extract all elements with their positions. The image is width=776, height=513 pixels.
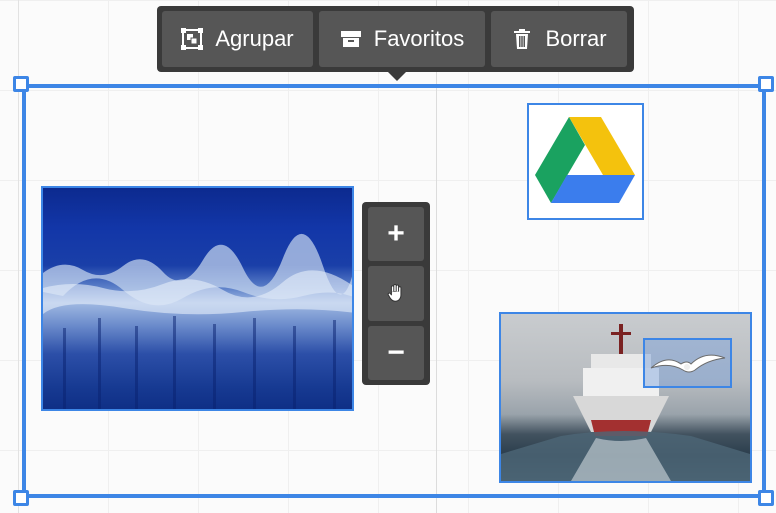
favorites-button[interactable]: Favoritos <box>319 11 485 67</box>
selection-toolbar: Agrupar Favoritos Borrar <box>157 6 634 81</box>
group-icon <box>181 28 204 50</box>
favorites-button-label: Favoritos <box>373 26 465 51</box>
trash-icon <box>511 28 533 50</box>
resize-handle-bottom-right[interactable] <box>758 490 774 506</box>
group-button-label: Agrupar <box>215 26 294 51</box>
resize-handle-top-right[interactable] <box>758 76 774 92</box>
resize-handle-bottom-left[interactable] <box>13 490 29 506</box>
selection-frame[interactable] <box>22 84 766 498</box>
resize-handle-top-left[interactable] <box>13 76 29 92</box>
archive-box-icon <box>340 28 362 50</box>
delete-button[interactable]: Borrar <box>491 11 627 67</box>
group-button[interactable]: Agrupar <box>162 11 313 67</box>
delete-button-label: Borrar <box>545 26 607 51</box>
